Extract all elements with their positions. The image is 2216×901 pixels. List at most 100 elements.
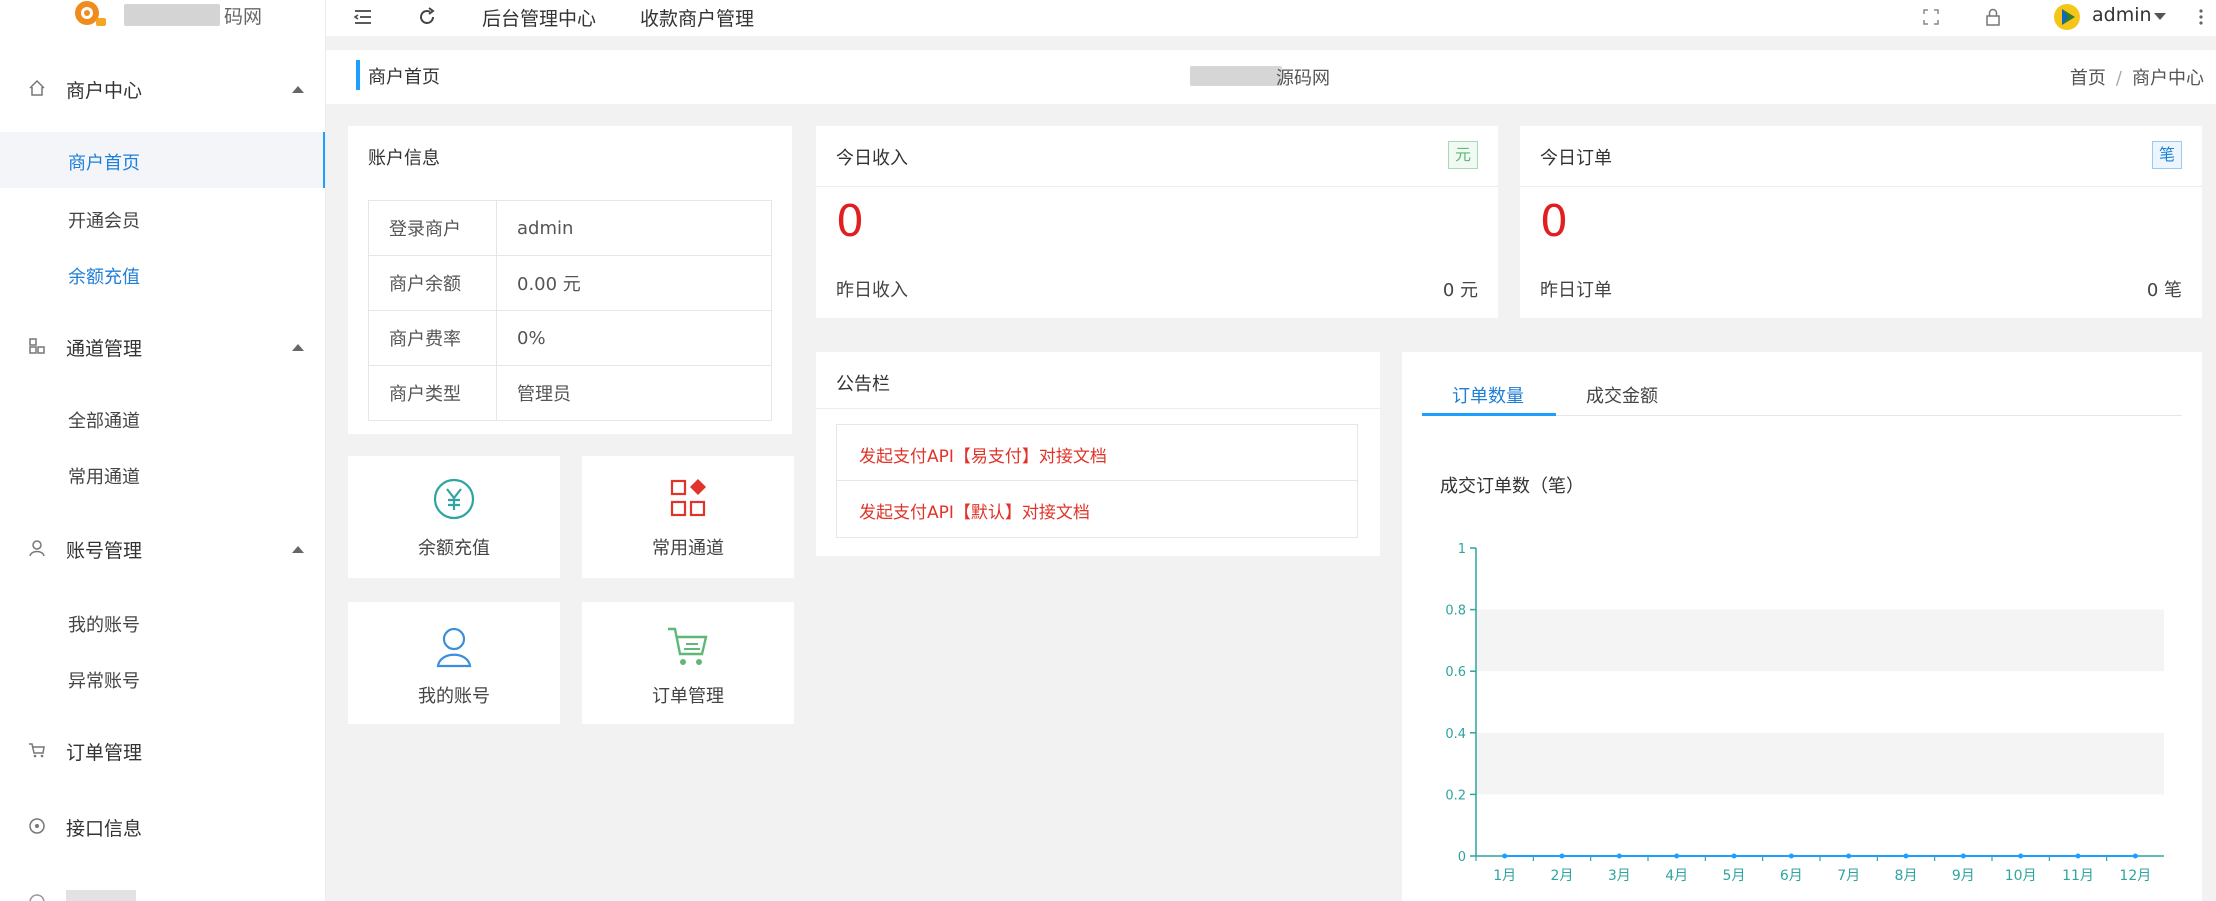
quick-link-label: 常用通道: [652, 538, 724, 559]
fullscreen-icon[interactable]: [1920, 6, 1942, 28]
sidebar-group-merchant-center[interactable]: 商户中心: [0, 60, 325, 116]
notice-list: 发起支付API【易支付】对接文档 发起支付API【默认】对接文档: [836, 424, 1358, 538]
sidebar-group-more[interactable]: [0, 874, 325, 901]
page-tab-title[interactable]: 商户首页: [368, 63, 440, 89]
sidebar-group-label: 订单管理: [66, 742, 143, 764]
data-point: [2018, 853, 2024, 859]
sidebar-item-label: 我的账号: [68, 615, 140, 636]
quick-link-order-management[interactable]: 订单管理: [582, 602, 794, 724]
sidebar-group-api-info[interactable]: 接口信息: [0, 798, 325, 854]
sidebar-item-label: 开通会员: [68, 211, 140, 232]
sidebar-item-balance-recharge[interactable]: 余额充值: [0, 246, 325, 302]
chevron-up-icon: [292, 86, 304, 93]
avatar-icon[interactable]: [2052, 2, 2082, 32]
nav-link-admin-center[interactable]: 后台管理中心: [482, 4, 596, 31]
data-point: [1731, 853, 1737, 859]
data-point: [1788, 853, 1794, 859]
sidebar-item-common-channels[interactable]: 常用通道: [0, 446, 325, 502]
quick-link-my-accounts[interactable]: 我的账号: [348, 602, 560, 724]
settings-icon: [29, 894, 45, 901]
user-icon: [436, 627, 472, 668]
site-name: 源码网: [1276, 68, 1330, 89]
lock-icon[interactable]: [1982, 6, 2004, 28]
sidebar-group-channel-management[interactable]: 通道管理: [0, 318, 325, 374]
today-income-value: 0: [836, 196, 864, 247]
account-key: 商户费率: [368, 310, 497, 366]
data-point: [1846, 853, 1852, 859]
data-point: [1502, 853, 1508, 859]
account-value: admin: [496, 200, 772, 256]
sidebar-group-label: 接口信息: [66, 818, 143, 840]
sidebar-item-merchant-home[interactable]: 商户首页: [0, 132, 325, 188]
user-menu[interactable]: admin: [2092, 4, 2152, 26]
brand-name: 码网: [224, 6, 263, 28]
account-value: 管理员: [496, 365, 772, 421]
account-value: 0.00 元: [496, 255, 772, 311]
x-tick-label: 9月: [1952, 868, 1975, 884]
breadcrumb-current: 商户中心: [2132, 68, 2204, 89]
quick-link-balance-recharge[interactable]: 余额充值: [348, 456, 560, 578]
card-title: 今日订单: [1540, 148, 1612, 169]
x-tick-label: 5月: [1723, 868, 1746, 884]
order-count-chart: 00.20.40.60.811月 2月 3月 4月 5月 6月 7月 8月 9月 10月 11月 12…: [1445, 542, 2164, 884]
menu-toggle-icon[interactable]: [352, 6, 374, 28]
cart-icon: [29, 743, 45, 758]
quick-link-common-channels[interactable]: 常用通道: [582, 456, 794, 578]
refresh-icon[interactable]: [416, 6, 438, 28]
top-header: 后台管理中心 收款商户管理 admin: [326, 0, 2216, 36]
account-value: 0%: [496, 310, 772, 366]
info-icon: [29, 818, 45, 834]
sidebar-group-account-management[interactable]: 账号管理: [0, 520, 325, 576]
account-key: 登录商户: [368, 200, 497, 256]
x-tick-label: 11月: [2062, 868, 2094, 884]
sidebar-item-all-channels[interactable]: 全部通道: [0, 390, 325, 446]
unit-badge: 笔: [2151, 141, 2182, 169]
sidebar-item-abnormal-accounts[interactable]: 异常账号: [0, 650, 325, 706]
brand-logo[interactable]: 码网: [0, 0, 325, 36]
card-title: 账户信息: [368, 148, 440, 169]
breadcrumb-home[interactable]: 首页: [2070, 68, 2106, 89]
sidebar-item-label: 异常账号: [68, 671, 140, 692]
today-orders-value: 0: [1540, 196, 1568, 247]
table-row: 商户类型 管理员: [368, 365, 772, 421]
sidebar-item-label: 常用通道: [68, 467, 140, 488]
apps-icon: [670, 479, 706, 517]
account-info-card: 账户信息 登录商户 admin 商户余额 0.00 元 商户费率 0% 商户类型 管理员: [348, 126, 792, 434]
account-key: 商户类型: [368, 365, 497, 421]
sidebar-item-open-membership[interactable]: 开通会员: [0, 190, 325, 246]
notice-link-epay-doc[interactable]: 发起支付API【易支付】对接文档: [837, 425, 1357, 481]
home-icon: [29, 79, 45, 96]
table-row: 登录商户 admin: [368, 200, 772, 256]
breadcrumb-bar: 商户首页 源码网 首页 / 商户中心: [326, 50, 2216, 104]
sidebar-group-label: 账号管理: [66, 540, 143, 562]
sidebar: 码网 商户中心 商户首页 开通会员 余额充值 通道管理 全部通道 常用通道 账号…: [0, 0, 326, 901]
x-tick-label: 8月: [1895, 868, 1918, 884]
sidebar-item-label: 全部通道: [68, 411, 140, 432]
sidebar-group-label: 商户中心: [66, 80, 143, 102]
more-vertical-icon[interactable]: [2194, 6, 2208, 28]
today-income-card: 今日收入 元 0 昨日收入 0 元: [816, 126, 1498, 318]
sidebar-group-label: 通道管理: [66, 338, 143, 360]
sidebar-group-order-management[interactable]: 订单管理: [0, 722, 325, 778]
quick-link-label: 我的账号: [418, 686, 490, 707]
sidebar-item-label: 商户首页: [68, 153, 140, 174]
x-tick-label: 2月: [1551, 868, 1574, 884]
card-title: 今日收入: [836, 148, 908, 169]
today-orders-card: 今日订单 笔 0 昨日订单 0 笔: [1520, 126, 2202, 318]
data-point: [1559, 853, 1565, 859]
divider: [816, 408, 1380, 409]
notice-link-default-doc[interactable]: 发起支付API【默认】对接文档: [837, 481, 1357, 537]
breadcrumb: 首页 / 商户中心: [2069, 68, 2204, 89]
quick-link-label: 余额充值: [418, 538, 490, 559]
yesterday-orders-value: 0 笔: [2146, 280, 2182, 301]
y-tick-label: 0.8: [1445, 604, 1466, 619]
sidebar-item-label: 余额充值: [68, 267, 140, 288]
data-point: [1903, 853, 1909, 859]
x-tick-label: 1月: [1493, 868, 1516, 884]
sidebar-item-my-accounts[interactable]: 我的账号: [0, 594, 325, 650]
x-tick-label: 12月: [2119, 868, 2151, 884]
y-tick-label: 0.2: [1445, 788, 1466, 803]
divider: [816, 186, 1498, 187]
nav-link-merchant-management[interactable]: 收款商户管理: [640, 4, 754, 31]
caret-down-icon: [2154, 13, 2166, 20]
